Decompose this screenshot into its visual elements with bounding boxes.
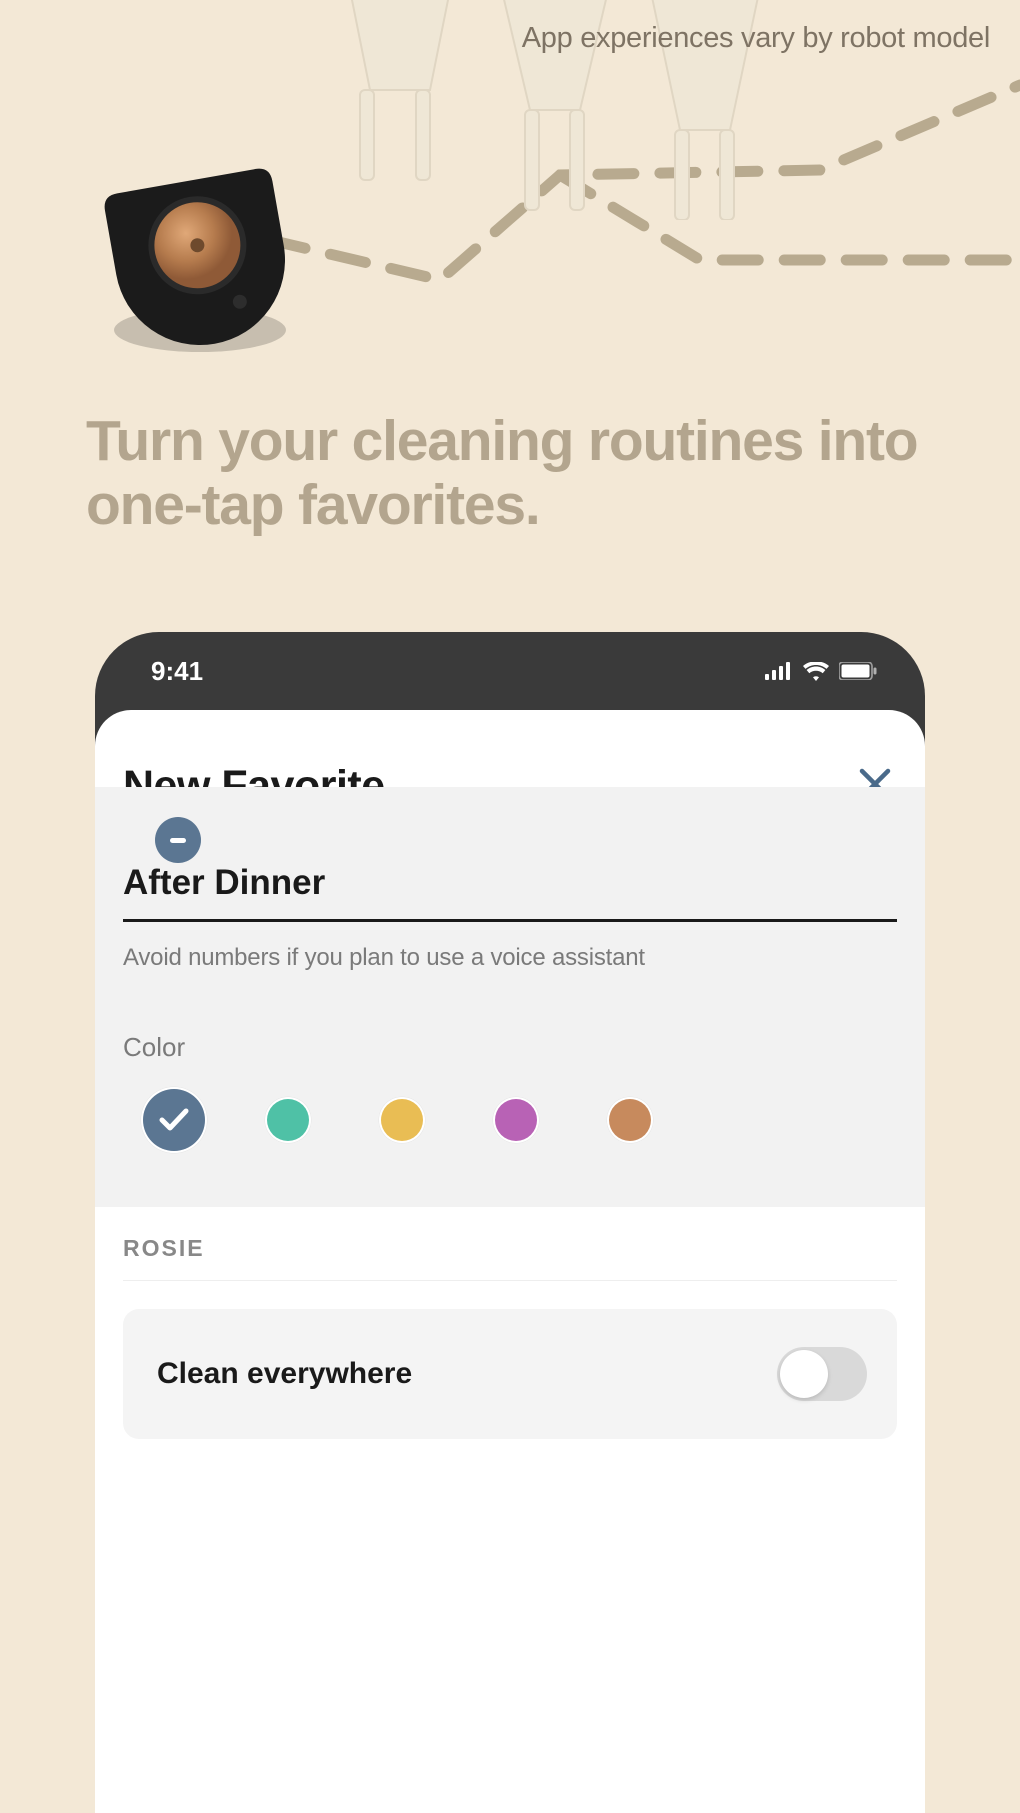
status-icons [765, 662, 877, 681]
color-swatch-4[interactable] [609, 1099, 651, 1141]
favorite-name-input[interactable] [123, 857, 897, 922]
cellular-icon [765, 662, 793, 680]
clean-everywhere-row: Clean everywhere [123, 1309, 897, 1439]
status-bar: 9:41 [95, 632, 925, 710]
toggle-knob [780, 1350, 828, 1398]
phone-mockup: 9:41 New Favorite Avoid numbers if you p… [95, 632, 925, 1813]
battery-icon [839, 662, 877, 680]
divider [123, 1280, 897, 1281]
status-time: 9:41 [151, 656, 203, 687]
clean-everywhere-label: Clean everywhere [157, 1357, 412, 1391]
modal-sheet: New Favorite Avoid numbers if you plan t… [95, 710, 925, 1813]
robot-section: ROSIE Clean everywhere [95, 1207, 925, 1439]
minus-icon [170, 838, 186, 843]
color-section-label: Color [123, 1032, 897, 1063]
check-icon [159, 1108, 189, 1132]
remove-chip-button[interactable] [155, 817, 201, 863]
hero-headline: Turn your cleaning routines into one-tap… [86, 410, 934, 538]
color-swatch-3[interactable] [495, 1099, 537, 1141]
color-swatch-1[interactable] [267, 1099, 309, 1141]
wifi-icon [803, 662, 829, 681]
favorite-name-hint: Avoid numbers if you plan to use a voice… [123, 944, 897, 972]
color-swatch-row [123, 1099, 897, 1141]
clean-everywhere-toggle[interactable] [777, 1347, 867, 1401]
robot-section-title: ROSIE [123, 1235, 897, 1262]
color-swatch-0[interactable] [143, 1089, 205, 1151]
color-swatch-2[interactable] [381, 1099, 423, 1141]
favorite-config-panel: Avoid numbers if you plan to use a voice… [95, 787, 925, 1207]
hero-disclaimer: App experiences vary by robot model [522, 22, 990, 55]
